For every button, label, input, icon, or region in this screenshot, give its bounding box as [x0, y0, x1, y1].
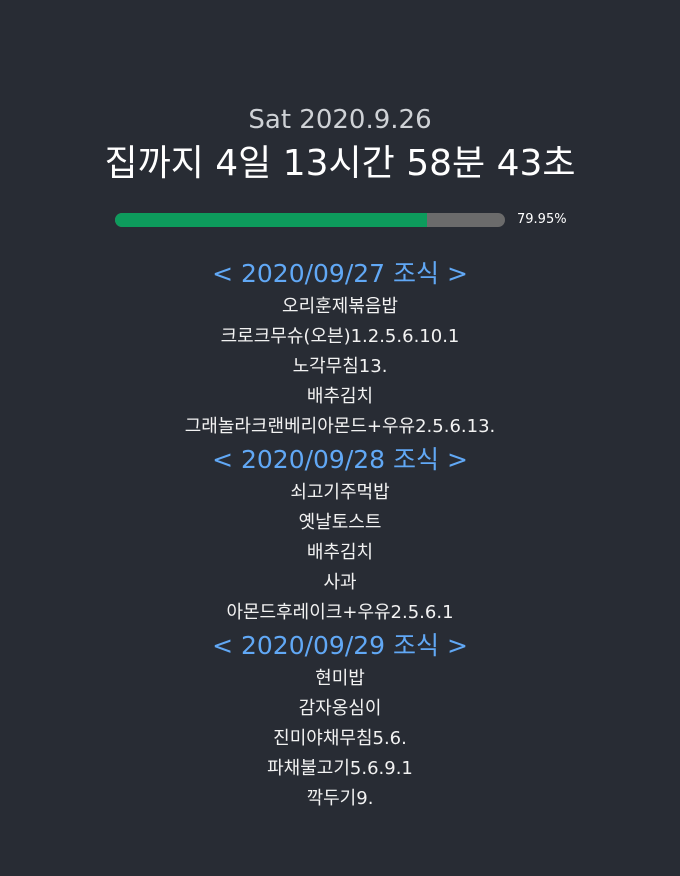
meal-date-header[interactable]: < 2020/09/27 조식 > — [0, 256, 680, 292]
meal-item: 옛날토스트 — [298, 512, 382, 533]
meal-item: 크로크무슈(오븐)1.2.5.6.10.1 — [220, 326, 460, 347]
meal-block: < 2020/09/27 조식 > 오리훈제볶음밥 크로크무슈(오븐)1.2.5… — [0, 256, 680, 442]
meal-item: 배추김치 — [306, 386, 374, 407]
meal-item: 사과 — [323, 572, 357, 593]
meal-item: 진미야채무침5.6. — [273, 728, 407, 749]
progress-track — [115, 213, 505, 227]
progress-bar — [115, 213, 505, 227]
meal-item: 아몬드후레이크+우유2.5.6.1 — [226, 602, 454, 623]
meal-item: 오리훈제볶음밥 — [282, 296, 398, 317]
meal-item: 그래놀라크랜베리아몬드+우유2.5.6.13. — [184, 416, 496, 437]
meal-item: 깍두기9. — [306, 788, 374, 809]
meal-date-header[interactable]: < 2020/09/29 조식 > — [0, 628, 680, 664]
meal-item: 쇠고기주먹밥 — [290, 482, 390, 503]
meal-item: 배추김치 — [306, 542, 374, 563]
meal-item: 노각무침13. — [292, 356, 388, 377]
progress-fill — [115, 213, 427, 227]
meal-date-header[interactable]: < 2020/09/28 조식 > — [0, 442, 680, 478]
meal-item: 파채불고기5.6.9.1 — [267, 758, 413, 779]
meal-list: < 2020/09/27 조식 > 오리훈제볶음밥 크로크무슈(오븐)1.2.5… — [0, 256, 680, 814]
progress-percent-label: 79.95% — [517, 212, 567, 227]
meal-item: 현미밥 — [315, 668, 365, 689]
meal-item: 감자옹심이 — [298, 698, 382, 719]
countdown-timer: 집까지 4일 13시간 58분 43초 — [104, 143, 576, 184]
meal-block: < 2020/09/28 조식 > 쇠고기주먹밥 옛날토스트 배추김치 사과 아… — [0, 442, 680, 628]
meal-block: < 2020/09/29 조식 > 현미밥 감자옹심이 진미야채무침5.6. 파… — [0, 628, 680, 814]
date-label: Sat 2020.9.26 — [248, 105, 432, 135]
